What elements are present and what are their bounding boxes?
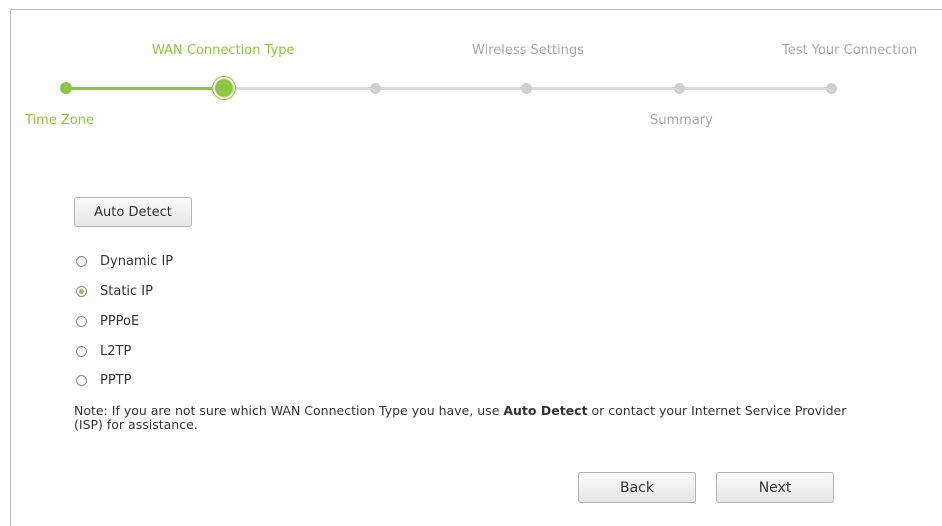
back-button[interactable]: Back <box>578 472 696 503</box>
step-node-wan-connection-type <box>215 79 233 97</box>
auto-detect-button[interactable]: Auto Detect <box>74 197 192 227</box>
next-button[interactable]: Next <box>716 472 834 503</box>
radio-label: Dynamic IP <box>100 253 174 269</box>
radio-button[interactable] <box>76 315 87 327</box>
step-node-summary <box>674 83 685 94</box>
note-prefix: Note: If you are not sure which WAN Conn… <box>74 403 504 418</box>
progress-track-completed <box>66 87 224 90</box>
step-label-wireless-settings: Wireless Settings <box>472 43 584 58</box>
step-label-wan-connection-type: WAN Connection Type <box>152 43 295 58</box>
radio-button[interactable] <box>76 345 87 357</box>
radio-button[interactable] <box>76 374 87 386</box>
radio-button-selected[interactable] <box>76 285 87 297</box>
radio-button[interactable] <box>76 255 87 267</box>
radio-option-dynamic-ip[interactable]: Dynamic IP <box>76 252 173 270</box>
radio-label: Static IP <box>100 283 153 299</box>
note-auto-detect: Auto Detect <box>503 403 588 418</box>
help-note: Note: If you are not sure which WAN Conn… <box>74 404 874 432</box>
step-label-time-zone: Time Zone <box>25 113 95 128</box>
step-node-time-zone <box>60 82 72 94</box>
radio-label: PPTP <box>100 372 132 388</box>
step-node-3 <box>370 83 381 94</box>
radio-option-pppoe[interactable]: PPPoE <box>76 312 139 330</box>
radio-option-pptp[interactable]: PPTP <box>76 371 131 389</box>
step-label-test-connection: Test Your Connection <box>782 43 918 58</box>
radio-option-l2tp[interactable]: L2TP <box>76 342 131 360</box>
radio-option-static-ip[interactable]: Static IP <box>76 282 153 300</box>
radio-label: L2TP <box>100 343 132 359</box>
step-label-summary: Summary <box>650 113 713 128</box>
radio-label: PPPoE <box>100 313 140 329</box>
step-node-wireless-settings <box>521 83 532 94</box>
step-node-test-connection <box>826 83 837 94</box>
